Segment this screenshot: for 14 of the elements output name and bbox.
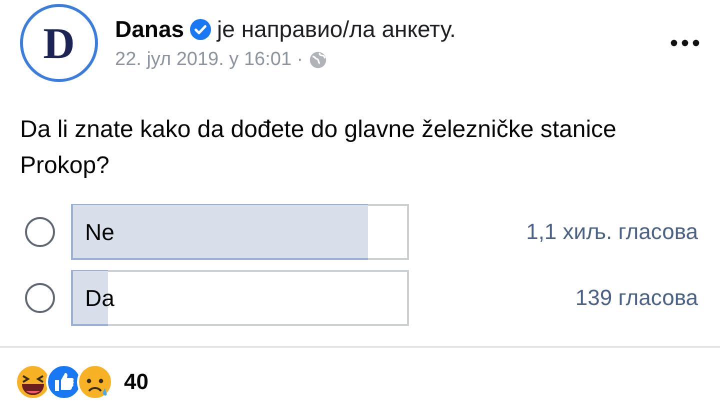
poll-option[interactable]: Da (71, 270, 409, 326)
reaction-count[interactable]: 40 (124, 369, 148, 395)
poll-option[interactable]: Ne (71, 204, 409, 260)
more-icon[interactable] (670, 39, 700, 47)
poll-question: Da li znate kako da dođete do glavne železničke stanice Prokop? (19, 115, 618, 181)
vote-count[interactable]: 139 гласова (575, 285, 698, 311)
globe-icon (309, 51, 328, 69)
radio-button[interactable] (25, 283, 55, 313)
avatar[interactable]: D (20, 4, 98, 82)
radio-button[interactable] (25, 217, 55, 247)
author-name[interactable]: Danas (115, 16, 184, 43)
post-action: је направио/ла анкету. (217, 16, 456, 43)
vote-count[interactable]: 1,1 хиљ. гласова (526, 219, 698, 245)
sad-emoji-icon (77, 364, 113, 400)
